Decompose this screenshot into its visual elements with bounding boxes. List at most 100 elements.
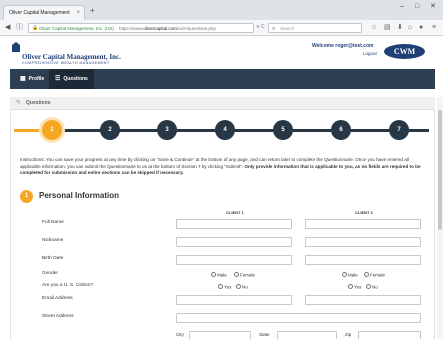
nav-label-profile: Profile [28,76,45,82]
step-4[interactable]: 4 [215,120,235,140]
company-name[interactable]: Oliver Capital Management, Inc. [22,53,121,61]
info-icon[interactable]: ⓘ [16,23,23,32]
client2-gender-female-radio[interactable]: Female [364,272,385,278]
nav-label-questions: Questions [63,76,88,82]
client1-full-name-input[interactable] [176,219,292,229]
column-client-2: CLIENT 2 [355,210,373,215]
search-placeholder: Search [280,26,295,31]
tab-close-icon[interactable]: × [76,6,80,20]
step-5[interactable]: 5 [273,120,293,140]
url-prefix: https://www. [119,26,144,31]
gender-label: Gender [42,271,58,276]
birth-date-label: Birth Date [42,256,64,261]
instructions: Instructions: You can save your progress… [20,157,428,177]
panel-header: ✎ Questions [10,97,435,110]
url-bar[interactable]: 🔒 Oliver Capital Management, Inc. (US) h… [28,23,254,33]
client2-birth-date-input[interactable] [305,255,421,265]
window-close-icon[interactable]: ✕ [430,3,436,11]
section-title: Personal Information [39,191,120,200]
url-organization: Oliver Capital Management, Inc. (US) [39,26,114,31]
reading-list-icon[interactable]: ▤ [384,23,391,32]
female-label: Female [240,272,256,278]
client1-nickname-input[interactable] [176,237,292,247]
column-client-1: CLIENT 1 [226,210,244,215]
nav-item-profile[interactable]: ▦ Profile [20,69,44,89]
step-6[interactable]: 6 [331,120,351,140]
female-label: Female [370,272,386,278]
logout-link[interactable]: Logout [363,51,377,56]
male-label: Male [348,272,358,278]
step-1[interactable]: 1 [42,120,62,140]
browser-tab[interactable]: Oliver Capital Management × [3,5,85,20]
step-3[interactable]: 3 [157,120,177,140]
search-icon: ⚲ [272,26,276,31]
client1-email-input[interactable] [176,295,292,305]
radio-icon [234,272,239,277]
step-7[interactable]: 7 [389,120,409,140]
progress-steps: 1 2 3 4 5 6 7 [14,120,433,140]
street-address-input[interactable] [176,313,421,323]
client2-full-name-input[interactable] [305,219,421,229]
search-input[interactable]: ⚲ Search [268,23,362,33]
client2-citizen-yes-radio[interactable]: Yes [348,284,361,290]
client1-citizen-no-radio[interactable]: No [236,284,248,290]
url-path: /ocm/questions.php [176,26,216,31]
scrollbar-thumb[interactable] [438,110,442,230]
radio-icon [366,284,371,289]
nickname-label: Nickname [42,238,64,243]
grid-icon: ▦ [20,76,26,82]
client1-gender-male-radio[interactable]: Male [211,272,227,278]
yes-label: Yes [224,284,232,290]
radio-icon [211,272,216,277]
cwm-badge: CWM [384,44,425,59]
client1-birth-date-input[interactable] [176,255,292,265]
star-icon[interactable]: ☆ [371,23,377,32]
yes-label: Yes [354,284,362,290]
no-label: No [242,284,248,290]
street-address-label: Street Address [42,314,74,319]
radio-icon [342,272,347,277]
citizen-label: Are you a U. S. Citizen? [42,283,94,288]
url-domain: olivercapital.com [143,26,177,31]
city-label: City [176,332,184,337]
radio-icon [364,272,369,277]
browser-tab-bar: Oliver Capital Management × + – □ ✕ [0,0,443,20]
panel-title: Questions [26,100,51,106]
client2-citizen-no-radio[interactable]: No [366,284,378,290]
no-label: No [372,284,378,290]
main-nav: ▦ Profile ☰ Questions [10,69,435,89]
menu-icon[interactable]: ≡ [432,23,436,32]
new-tab-icon[interactable]: + [90,7,95,15]
state-label: State [259,332,270,337]
zip-label: Zip [345,332,352,337]
tab-title: Oliver Capital Management [9,10,70,16]
back-icon[interactable]: ◀ [5,23,10,32]
city-input[interactable] [189,331,251,339]
company-tagline: COMPREHENSIVE WEALTH MANAGEMENT [22,61,110,65]
client1-gender-female-radio[interactable]: Female [234,272,255,278]
maximize-icon[interactable]: □ [415,3,419,11]
email-label: Email Address [42,296,73,301]
radio-icon [218,284,223,289]
section-number-badge: 1 [20,190,33,203]
full-name-label: Full Name [42,220,64,225]
download-icon[interactable]: ⬇ [397,23,403,32]
radio-icon [236,284,241,289]
zip-input[interactable] [358,331,421,339]
male-label: Male [217,272,227,278]
radio-icon [348,284,353,289]
nav-item-questions[interactable]: ☰ Questions [49,69,94,89]
extension-icon[interactable]: ● [419,23,423,32]
client2-gender-male-radio[interactable]: Male [342,272,358,278]
client2-email-input[interactable] [305,295,421,305]
step-2[interactable]: 2 [100,120,120,140]
pencil-icon: ✎ [16,100,22,106]
minimize-icon[interactable]: – [400,3,404,11]
home-icon[interactable]: ⌂ [408,23,412,32]
client2-nickname-input[interactable] [305,237,421,247]
welcome-text: Welcome roger@test.com [312,43,374,49]
client1-citizen-yes-radio[interactable]: Yes [218,284,231,290]
url-controls[interactable]: ∨ C [256,24,265,30]
lock-icon: 🔒 [32,25,39,31]
state-input[interactable] [277,331,337,339]
